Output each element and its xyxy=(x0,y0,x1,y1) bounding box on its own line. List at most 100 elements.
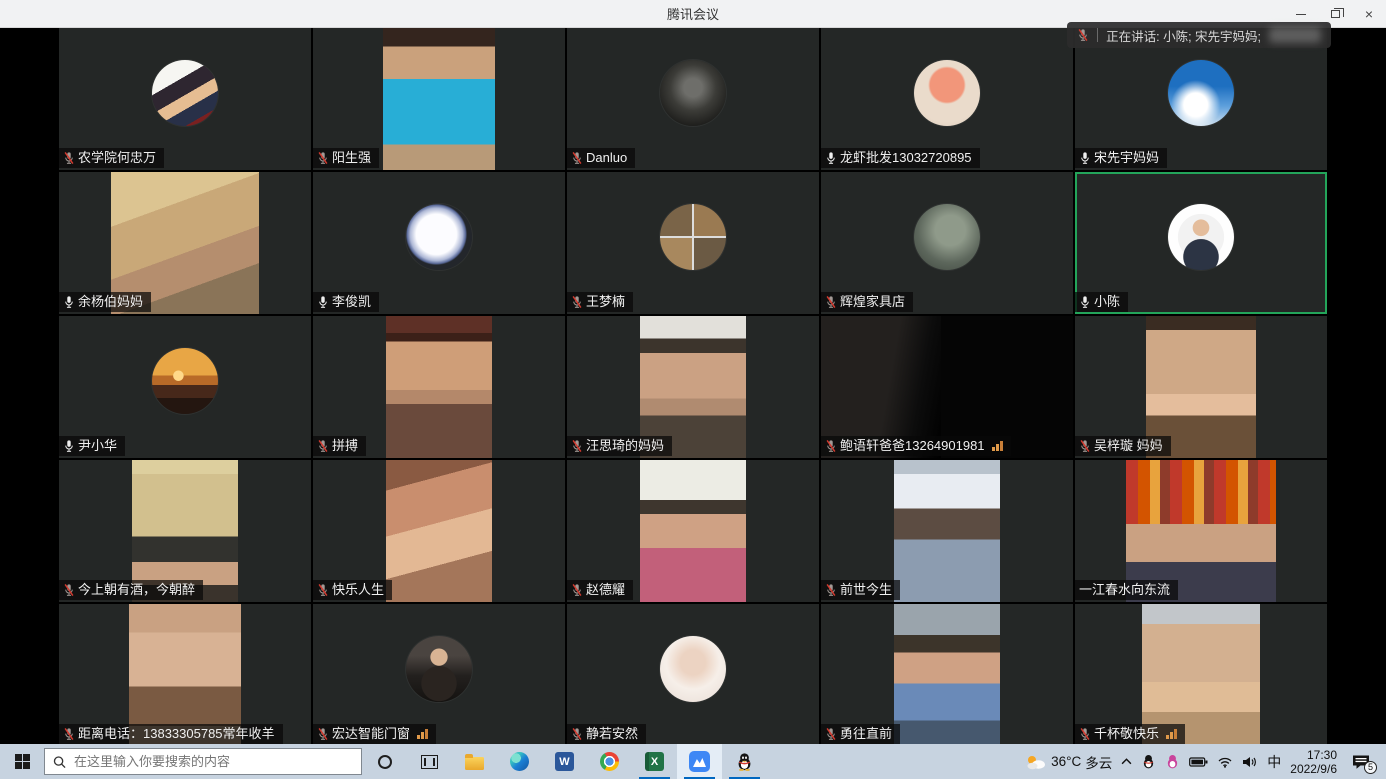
participant-name: 静若安然 xyxy=(586,725,638,743)
participant-name: 距离电话：13833305785常年收羊 xyxy=(78,725,275,743)
participant-tile[interactable]: 王梦楠 xyxy=(567,172,819,314)
participant-media xyxy=(914,204,980,270)
mic-status-icon xyxy=(1079,727,1091,741)
participant-tile[interactable]: 快乐人生 xyxy=(313,460,565,602)
network-indicator[interactable] xyxy=(1217,756,1233,768)
clock-widget[interactable]: 17:30 2022/9/6 xyxy=(1290,748,1337,776)
participant-tile[interactable]: 龙虾批发13032720895 xyxy=(821,28,1073,170)
tray-expand-button[interactable] xyxy=(1121,758,1132,765)
participant-tile[interactable]: 小陈 xyxy=(1075,172,1327,314)
participant-name: 吴梓璇 妈妈 xyxy=(1094,437,1163,455)
notification-badge: 5 xyxy=(1364,761,1377,774)
battery-indicator[interactable] xyxy=(1189,757,1208,767)
window-title: 腾讯会议 xyxy=(667,4,719,23)
participant-grid: 农学院何忠万 阳生强 xyxy=(0,28,1386,744)
mic-status-icon xyxy=(1079,151,1091,165)
participant-tile[interactable]: 赵德耀 xyxy=(567,460,819,602)
participant-media xyxy=(386,460,492,602)
participant-tile[interactable]: 尹小华 xyxy=(59,316,311,458)
task-view-button[interactable] xyxy=(407,744,452,779)
taskbar-search-box[interactable] xyxy=(44,748,362,775)
volume-icon xyxy=(1242,756,1258,768)
participant-name: 快乐人生 xyxy=(332,581,384,599)
participant-name: 今上朝有酒，今朝醉 xyxy=(78,581,195,599)
cortana-button[interactable] xyxy=(362,744,407,779)
participant-name: 宋先宇妈妈 xyxy=(1094,149,1159,167)
participant-name: 龙虾批发13032720895 xyxy=(840,149,972,167)
tray-pink-penguin-button[interactable] xyxy=(1165,754,1180,769)
participant-tile[interactable]: 李俊凯 xyxy=(313,172,565,314)
weather-widget[interactable]: 36°C 多云 xyxy=(1025,752,1112,772)
weather-icon xyxy=(1025,754,1047,770)
network-signal-icon xyxy=(1166,729,1177,739)
file-explorer-button[interactable] xyxy=(452,744,497,779)
excel-button[interactable]: X xyxy=(632,744,677,779)
participant-tile[interactable]: 阳生强 xyxy=(313,28,565,170)
mic-status-icon xyxy=(63,439,75,453)
participant-tile[interactable]: Danluo xyxy=(567,28,819,170)
edge-button[interactable] xyxy=(497,744,542,779)
mic-status-icon xyxy=(63,583,75,597)
clock-date: 2022/9/6 xyxy=(1290,762,1337,776)
participant-tile[interactable]: 距离电话：13833305785常年收羊 xyxy=(59,604,311,744)
participant-tile[interactable]: 余杨伯妈妈 xyxy=(59,172,311,314)
participant-name-label: 农学院何忠万 xyxy=(59,148,164,168)
qq-button[interactable] xyxy=(722,744,767,779)
participant-tile[interactable]: 一江春水向东流 xyxy=(1075,460,1327,602)
participant-name-label: 宋先宇妈妈 xyxy=(1075,148,1167,168)
chevron-up-icon xyxy=(1121,758,1132,765)
participant-tile[interactable]: 宋先宇妈妈 xyxy=(1075,28,1327,170)
tray-pink-penguin-icon xyxy=(1165,754,1180,769)
participant-tile[interactable]: 静若安然 xyxy=(567,604,819,744)
participant-tile[interactable]: 前世今生 xyxy=(821,460,1073,602)
windows-taskbar: W X 36°C 多云 xyxy=(0,744,1386,779)
participant-media xyxy=(1142,604,1260,744)
ime-label: 中 xyxy=(1267,752,1281,772)
participant-name: Danluo xyxy=(586,149,627,167)
network-signal-icon xyxy=(992,441,1003,451)
tray-qq-button[interactable] xyxy=(1141,754,1156,769)
participant-tile[interactable]: 拼搏 xyxy=(313,316,565,458)
participant-name: 千杯敬快乐 xyxy=(1094,725,1159,743)
participant-name-label: 今上朝有酒，今朝醉 xyxy=(59,580,203,600)
speaking-banner-text: 正在讲话: 小陈; 宋先宇妈妈; xyxy=(1106,26,1261,45)
participant-name-label: 王梦楠 xyxy=(567,292,633,312)
participant-tile[interactable]: 今上朝有酒，今朝醉 xyxy=(59,460,311,602)
close-button[interactable]: × xyxy=(1352,0,1386,28)
action-center-button[interactable]: 5 xyxy=(1352,754,1370,770)
windows-logo-icon xyxy=(15,754,30,769)
tencent-meeting-button[interactable] xyxy=(677,744,722,779)
minimize-icon xyxy=(1296,14,1306,15)
chrome-button[interactable] xyxy=(587,744,632,779)
participant-tile[interactable]: 鲍语轩爸爸13264901981 xyxy=(821,316,1073,458)
participant-tile[interactable]: 汪思琦的妈妈 xyxy=(567,316,819,458)
participant-tile[interactable]: 勇往直前 xyxy=(821,604,1073,744)
search-icon xyxy=(53,755,66,769)
word-button[interactable]: W xyxy=(542,744,587,779)
ime-indicator[interactable]: 中 xyxy=(1267,752,1281,772)
participant-tile[interactable]: 千杯敬快乐 xyxy=(1075,604,1327,744)
participant-tile[interactable]: 吴梓璇 妈妈 xyxy=(1075,316,1327,458)
network-signal-icon xyxy=(417,729,428,739)
participant-name-label: 李俊凯 xyxy=(313,292,379,312)
chrome-icon xyxy=(600,752,619,771)
weather-condition: 多云 xyxy=(1085,752,1112,772)
participant-tile[interactable]: 宏达智能门窗 xyxy=(313,604,565,744)
participant-name: 小陈 xyxy=(1094,293,1120,311)
mic-status-icon xyxy=(317,583,329,597)
edge-icon xyxy=(510,752,529,771)
participant-tile[interactable]: 农学院何忠万 xyxy=(59,28,311,170)
participant-name-label: 快乐人生 xyxy=(313,580,392,600)
start-button[interactable] xyxy=(0,744,44,779)
participant-name-label: 龙虾批发13032720895 xyxy=(821,148,980,168)
participant-name: 拼搏 xyxy=(332,437,358,455)
participant-name-label: Danluo xyxy=(567,148,635,168)
participant-tile[interactable]: 辉煌家具店 xyxy=(821,172,1073,314)
search-input[interactable] xyxy=(74,754,353,769)
participant-name-label: 勇往直前 xyxy=(821,724,900,744)
participant-media xyxy=(640,460,746,602)
participant-name-label: 汪思琦的妈妈 xyxy=(567,436,672,456)
volume-indicator[interactable] xyxy=(1242,756,1258,768)
mic-status-icon xyxy=(825,295,837,309)
participant-name-label: 拼搏 xyxy=(313,436,366,456)
